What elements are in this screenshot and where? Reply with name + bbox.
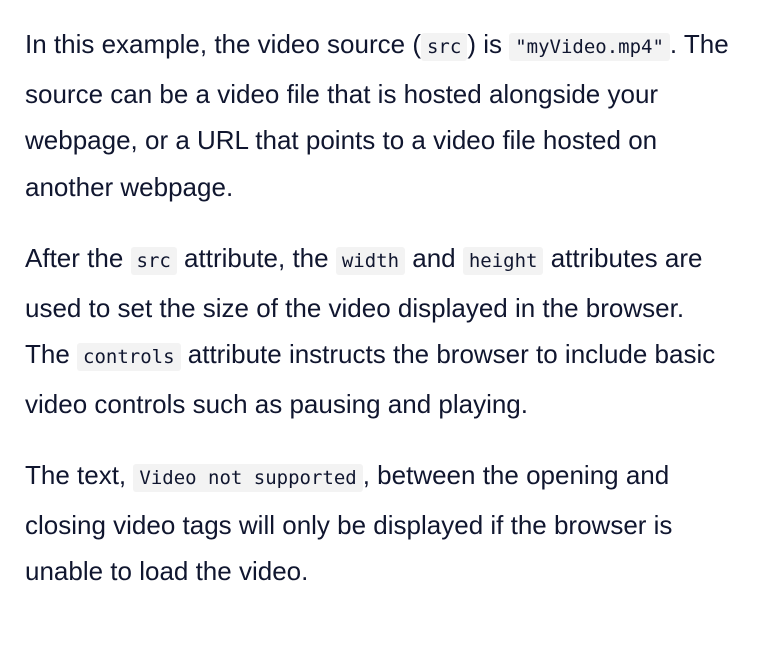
paragraph-text: The text, [25, 460, 134, 490]
paragraph-attributes: After the src attribute, the width and h… [25, 235, 730, 427]
paragraph-text: ) is [467, 29, 510, 59]
inline-code-controls: controls [77, 343, 181, 371]
paragraph-text: In this example, the video source ( [25, 29, 421, 59]
inline-code-src: src [130, 247, 177, 275]
inline-code-fallback: Video not supported [133, 464, 363, 492]
paragraph-text: After the [25, 243, 131, 273]
article-content: In this example, the video source (src) … [0, 0, 730, 595]
paragraph-fallback-text: The text, Video not supported, between t… [25, 452, 730, 595]
paragraph-video-source: In this example, the video source (src) … [25, 21, 730, 210]
inline-code-width: width [335, 247, 406, 275]
inline-code-src: src [420, 33, 468, 61]
paragraph-text: and [405, 243, 463, 273]
inline-code-height: height [462, 247, 544, 275]
paragraph-text: attribute, the [176, 243, 336, 273]
inline-code-filename: "myVideo.mp4" [509, 33, 670, 61]
